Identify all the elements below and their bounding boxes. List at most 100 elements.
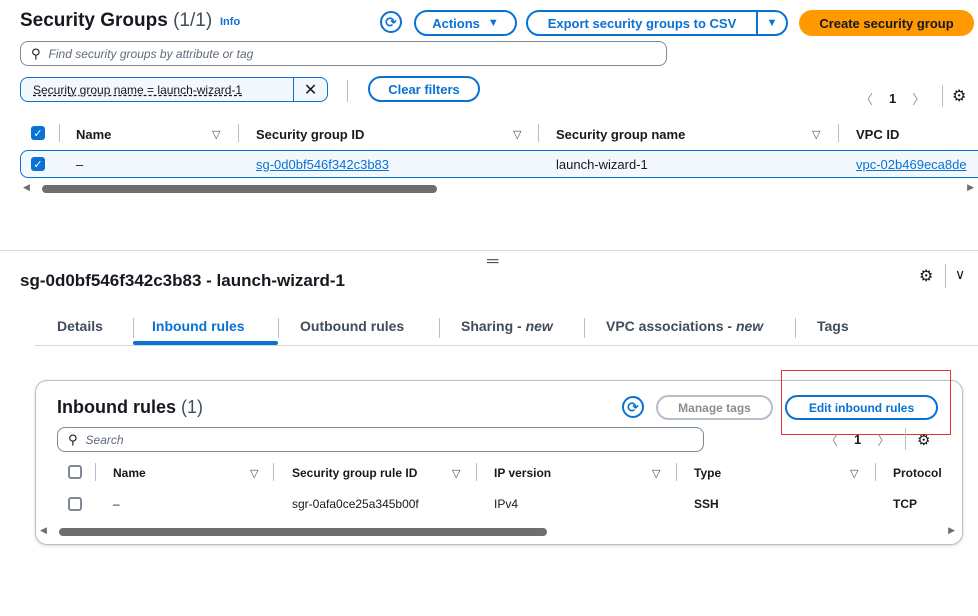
cell-protocol: TCP: [893, 497, 917, 511]
filter-token[interactable]: Security group name = launch-wizard-1 ✕: [20, 77, 328, 102]
tab-sharing-label: Sharing -: [461, 318, 526, 334]
cell-type: SSH: [694, 497, 719, 511]
sort-icon[interactable]: ▽: [850, 467, 858, 480]
scroll-left-icon[interactable]: ◀: [23, 182, 30, 193]
divider: [476, 463, 477, 481]
chevron-left-icon[interactable]: 〈: [825, 430, 838, 449]
search-icon: ⚲: [31, 45, 41, 61]
page-number[interactable]: 1: [889, 91, 896, 106]
scroll-right-icon[interactable]: ▶: [948, 525, 955, 536]
search-icon: ⚲: [68, 431, 78, 447]
page-number[interactable]: 1: [854, 432, 861, 447]
column-header-vpc-id[interactable]: VPC ID: [856, 127, 899, 142]
rules-search-placeholder: Search: [85, 432, 124, 447]
column-header-sg-name[interactable]: Security group name: [556, 127, 685, 142]
inbound-rules-title-text: Inbound rules: [57, 397, 176, 417]
sg-id-link[interactable]: sg-0d0bf546f342c3b83: [256, 157, 389, 172]
scroll-left-icon[interactable]: ◀: [40, 525, 47, 536]
tab-details[interactable]: Details: [57, 318, 103, 334]
page-title-text: Security Groups: [20, 10, 168, 31]
drag-handle-icon[interactable]: ═: [487, 253, 498, 271]
chevron-right-icon[interactable]: 〉: [912, 89, 925, 108]
divider: [584, 318, 585, 338]
gear-icon[interactable]: ⚙: [952, 86, 966, 106]
detail-title: sg-0d0bf546f342c3b83 - launch-wizard-1: [20, 271, 346, 290]
gear-icon[interactable]: ⚙: [919, 266, 933, 286]
chevron-right-icon[interactable]: 〉: [877, 430, 890, 449]
divider: [905, 428, 906, 450]
cell-name: –: [113, 497, 120, 511]
search-input[interactable]: ⚲ Find security groups by attribute or t…: [20, 41, 667, 66]
create-security-group-button[interactable]: Create security group: [799, 10, 974, 36]
column-header-sg-id[interactable]: Security group ID: [256, 127, 364, 142]
refresh-rules-button[interactable]: ⟳: [622, 396, 644, 418]
divider: [795, 318, 796, 338]
horizontal-scrollbar[interactable]: ◀ ▶: [37, 525, 961, 539]
export-csv-button[interactable]: Export security groups to CSV: [526, 10, 758, 36]
scroll-right-icon[interactable]: ▶: [967, 182, 974, 193]
sort-icon[interactable]: ▽: [652, 467, 660, 480]
divider: [273, 463, 274, 481]
cell-sg-name: launch-wizard-1: [556, 157, 648, 172]
tab-tags[interactable]: Tags: [817, 318, 849, 334]
divider: [95, 463, 96, 481]
divider: [945, 264, 946, 288]
vpc-id-link[interactable]: vpc-02b469eca8de: [856, 157, 967, 172]
export-dropdown-button[interactable]: ▼: [756, 10, 788, 36]
clear-filters-button[interactable]: Clear filters: [368, 76, 480, 102]
sort-icon[interactable]: ▽: [513, 128, 521, 141]
tab-inbound-rules[interactable]: Inbound rules: [152, 318, 245, 334]
sort-icon[interactable]: ▽: [452, 467, 460, 480]
select-all-checkbox[interactable]: ✓: [31, 126, 45, 140]
divider: [238, 124, 239, 142]
scroll-thumb[interactable]: [42, 185, 437, 193]
divider: [133, 318, 134, 338]
divider: [278, 318, 279, 338]
divider: [59, 124, 60, 142]
divider: [676, 463, 677, 481]
pagination: 〈 1 〉: [860, 89, 925, 108]
divider: [439, 318, 440, 338]
horizontal-scrollbar[interactable]: ◀ ▶: [20, 182, 978, 196]
refresh-button[interactable]: ⟳: [380, 11, 402, 33]
inbound-rules-count: (1): [181, 397, 204, 417]
rules-search-input[interactable]: ⚲ Search: [57, 427, 704, 452]
export-label: Export security groups to CSV: [547, 15, 737, 31]
cell-name: –: [76, 157, 84, 172]
divider: [538, 124, 539, 142]
column-header-type[interactable]: Type: [694, 466, 721, 480]
column-header-protocol[interactable]: Protocol: [893, 466, 942, 480]
manage-tags-button[interactable]: Manage tags: [656, 395, 773, 420]
tab-vpc-associations[interactable]: VPC associations - new: [606, 318, 763, 334]
close-icon[interactable]: ✕: [293, 78, 327, 101]
column-header-name[interactable]: Name: [76, 127, 111, 142]
sort-icon[interactable]: ▽: [250, 467, 258, 480]
search-placeholder: Find security groups by attribute or tag: [48, 46, 254, 61]
gear-icon[interactable]: ⚙: [917, 431, 930, 449]
caret-down-icon: ▼: [766, 17, 778, 29]
divider: [875, 463, 876, 481]
inbound-rules-title: Inbound rules (1): [57, 397, 203, 418]
table-row[interactable]: [20, 150, 978, 178]
column-header-name[interactable]: Name: [113, 466, 146, 480]
row-checkbox[interactable]: ✓: [31, 157, 45, 171]
chevron-down-icon[interactable]: ∨: [955, 266, 965, 283]
page-title-count: (1/1): [173, 10, 213, 31]
tab-sharing[interactable]: Sharing - new: [461, 318, 553, 334]
highlight-box: [781, 370, 951, 435]
sort-icon[interactable]: ▽: [212, 128, 220, 141]
actions-button[interactable]: Actions ▼: [414, 10, 517, 36]
info-link[interactable]: Info: [220, 16, 240, 28]
chevron-left-icon[interactable]: 〈: [860, 89, 873, 108]
actions-label: Actions: [432, 15, 480, 31]
tab-outbound-rules[interactable]: Outbound rules: [300, 318, 404, 334]
column-header-ip-version[interactable]: IP version: [494, 466, 551, 480]
select-all-checkbox[interactable]: [68, 465, 82, 479]
split-divider: [0, 250, 978, 251]
divider: [35, 345, 978, 346]
column-header-rule-id[interactable]: Security group rule ID: [292, 466, 417, 480]
row-checkbox[interactable]: [68, 497, 82, 511]
scroll-thumb[interactable]: [59, 528, 547, 536]
cell-ip-version: IPv4: [494, 497, 519, 511]
sort-icon[interactable]: ▽: [812, 128, 820, 141]
